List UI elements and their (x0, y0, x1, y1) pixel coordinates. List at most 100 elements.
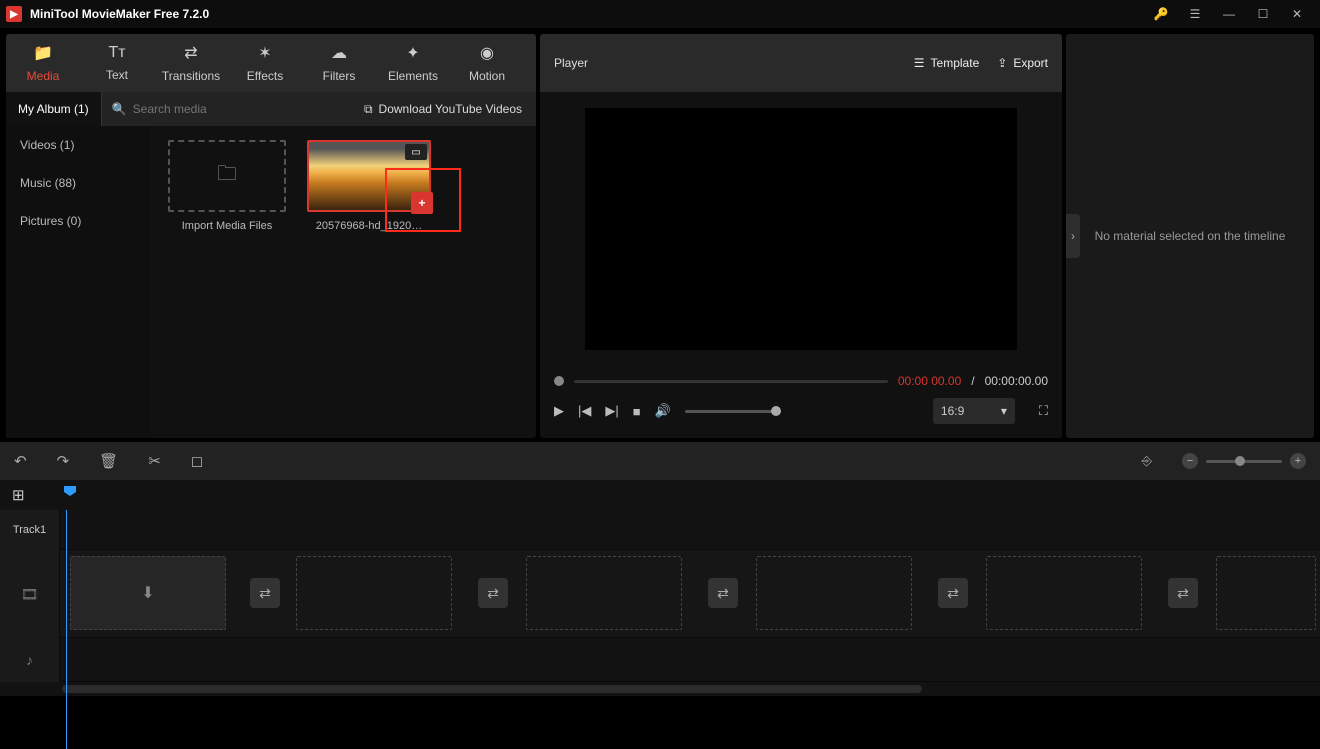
delete-button[interactable]: 🗑 (99, 452, 118, 470)
zoom-in-button[interactable]: + (1290, 453, 1306, 469)
audio-track-row[interactable]: ♪ (0, 638, 1320, 682)
export-button[interactable]: ⇪ Export (997, 56, 1048, 70)
playhead-icon[interactable] (64, 486, 76, 496)
seek-handle-icon[interactable] (554, 376, 564, 386)
import-media-button[interactable]: 🗀 (168, 140, 286, 212)
transition-slot-button[interactable]: ⇄ (708, 578, 738, 608)
transition-slot-button[interactable]: ⇄ (1168, 578, 1198, 608)
hamburger-menu-icon[interactable]: ☰ (1178, 0, 1212, 28)
category-sidebar: Videos (1) Music (88) Pictures (0) (6, 126, 150, 438)
window-minimize-icon[interactable]: — (1212, 0, 1246, 28)
seek-bar[interactable]: 00:00 00.00 / 00:00:00.00 (554, 374, 1048, 388)
playhead-line[interactable] (66, 510, 67, 749)
media-clip-thumbnail[interactable]: ▭ + (307, 140, 431, 212)
search-icon: 🔍 (112, 102, 127, 116)
tab-effects[interactable]: ✶ Effects (228, 34, 302, 92)
window-close-icon[interactable]: ✕ (1280, 0, 1314, 28)
template-button[interactable]: ☰ Template (914, 56, 979, 70)
no-selection-message: No material selected on the timeline (1095, 229, 1286, 243)
fullscreen-button[interactable]: ⛶ (1039, 403, 1048, 419)
download-youtube-button[interactable]: ⧉ Download YouTube Videos (350, 102, 536, 117)
download-label: Download YouTube Videos (379, 102, 522, 116)
media-grid: 🗀 Import Media Files ▭ + 20576968-hd_192… (150, 126, 536, 438)
library-subbar: My Album (1) 🔍 ⧉ Download YouTube Videos (6, 92, 536, 126)
clip-drop-slot[interactable] (986, 556, 1142, 630)
timeline: ⊞ Track1 🎞 ⬇ ⇄ ⇄ ⇄ ⇄ ⇄ ♪ (0, 480, 1320, 696)
clip-drop-slot[interactable] (296, 556, 452, 630)
category-videos[interactable]: Videos (1) (6, 126, 150, 164)
transition-icon: ⇄ (184, 43, 197, 63)
app-logo-icon: ▶ (6, 6, 22, 22)
search-media[interactable]: 🔍 (102, 102, 350, 116)
properties-panel: › No material selected on the timeline (1066, 34, 1314, 438)
stop-button[interactable]: ■ (633, 404, 641, 419)
volume-slider[interactable] (685, 410, 781, 413)
time-total: 00:00:00.00 (985, 374, 1048, 388)
redo-button[interactable]: ↷ (57, 452, 70, 470)
video-track-row[interactable]: 🎞 ⬇ ⇄ ⇄ ⇄ ⇄ ⇄ (0, 550, 1320, 638)
split-button[interactable]: ✂ (148, 452, 161, 470)
tab-label: Filters (323, 69, 356, 83)
player-header: Player ☰ Template ⇪ Export (540, 34, 1062, 92)
tab-filters[interactable]: ☁ Filters (302, 34, 376, 92)
category-pictures[interactable]: Pictures (0) (6, 202, 150, 240)
preview-viewport[interactable] (585, 108, 1017, 350)
snap-toggle-icon[interactable]: ⎆ (1142, 453, 1152, 469)
tab-media[interactable]: 📁 Media (6, 34, 80, 92)
tab-transitions[interactable]: ⇄ Transitions (154, 34, 228, 92)
chevron-down-icon: ▾ (1001, 404, 1007, 418)
activate-key-icon[interactable]: 🔑 (1144, 0, 1178, 28)
library-panel: 📁 Media Tᴛ Text ⇄ Transitions ✶ Effects … (6, 34, 536, 438)
category-music[interactable]: Music (88) (6, 164, 150, 202)
zoom-slider[interactable] (1206, 460, 1282, 463)
tab-text[interactable]: Tᴛ Text (80, 34, 154, 92)
drop-here-icon: ⬇ (141, 583, 154, 603)
aspect-ratio-select[interactable]: 16:9 ▾ (933, 398, 1015, 424)
crop-button[interactable]: ◻ (191, 452, 203, 470)
video-badge-icon: ▭ (405, 144, 427, 160)
next-frame-button[interactable]: ▶| (605, 403, 618, 419)
timeline-zoom: − + (1182, 453, 1306, 469)
clip-drop-slot[interactable] (1216, 556, 1316, 630)
transition-slot-button[interactable]: ⇄ (250, 578, 280, 608)
zoom-out-button[interactable]: − (1182, 453, 1198, 469)
track1-label: Track1 (13, 524, 46, 536)
timeline-horizontal-scrollbar[interactable] (62, 685, 922, 693)
folder-icon: 📁 (33, 43, 53, 63)
clip-drop-slot[interactable]: ⬇ (70, 556, 226, 630)
folder-add-icon: 🗀 (217, 159, 237, 193)
undo-button[interactable]: ↶ (14, 452, 27, 470)
tab-motion[interactable]: ◉ Motion (450, 34, 524, 92)
transition-slot-button[interactable]: ⇄ (478, 578, 508, 608)
highlight-callout (385, 168, 461, 232)
timeline-toolbar: ↶ ↷ 🗑 ✂ ◻ ⎆ − + (0, 442, 1320, 480)
clip-drop-slot[interactable] (756, 556, 912, 630)
window-maximize-icon[interactable]: ☐ (1246, 0, 1280, 28)
import-label: Import Media Files (167, 220, 287, 232)
tab-elements[interactable]: ✦ Elements (376, 34, 450, 92)
volume-icon[interactable]: 🔊 (655, 403, 671, 419)
clip-drop-slot[interactable] (526, 556, 682, 630)
app-title: MiniTool MovieMaker Free 7.2.0 (30, 7, 209, 21)
time-current: 00:00 00.00 (898, 374, 961, 388)
effects-icon: ✶ (258, 43, 271, 63)
time-separator: / (971, 374, 974, 388)
album-selector[interactable]: My Album (1) (6, 92, 102, 126)
add-track-button[interactable]: ⊞ (12, 486, 25, 504)
audio-track-icon: ♪ (26, 652, 33, 668)
elements-icon: ✦ (406, 43, 419, 63)
tab-label: Effects (247, 69, 283, 83)
video-track-icon: 🎞 (21, 586, 39, 603)
search-input[interactable] (133, 102, 340, 116)
tab-label: Motion (469, 69, 505, 83)
play-button[interactable]: ▶ (554, 403, 564, 419)
player-title: Player (554, 56, 588, 70)
main-tabbar: 📁 Media Tᴛ Text ⇄ Transitions ✶ Effects … (6, 34, 536, 92)
collapse-panel-button[interactable]: › (1066, 214, 1080, 258)
tab-label: Transitions (162, 69, 220, 83)
tab-label: Elements (388, 69, 438, 83)
transition-slot-button[interactable]: ⇄ (938, 578, 968, 608)
filters-icon: ☁ (331, 43, 347, 63)
prev-frame-button[interactable]: |◀ (578, 403, 591, 419)
text-icon: Tᴛ (108, 44, 125, 62)
